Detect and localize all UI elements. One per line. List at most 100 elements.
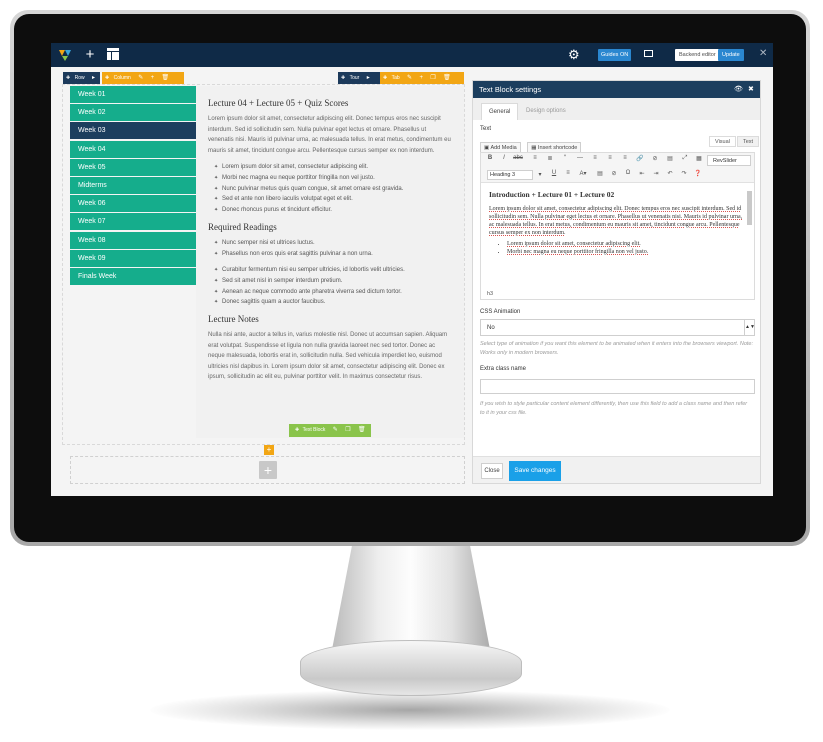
tab-design-options[interactable]: Design options (519, 103, 573, 120)
special-character-icon[interactable]: Ω (623, 170, 633, 176)
chevron-right-icon[interactable]: ▸ (92, 72, 95, 84)
horizontal-line-icon[interactable]: — (575, 155, 585, 161)
tour-toolbar[interactable]: ✚ Tour ▸ (338, 72, 380, 84)
tab-week-03[interactable]: Week 03 (70, 122, 196, 140)
move-icon[interactable]: ✚ (341, 75, 345, 81)
format-select[interactable]: Heading 3 (487, 170, 533, 180)
strikethrough-icon[interactable]: abc (513, 155, 523, 161)
content-heading: Lecture 04 + Lecture 05 + Quiz Scores (208, 98, 349, 108)
italic-icon[interactable]: I (499, 155, 509, 161)
move-icon[interactable]: ✚ (295, 427, 299, 433)
column-toolbar[interactable]: ✚ Column ✎ + 🗑 (102, 72, 184, 84)
clone-icon[interactable]: ❐ (345, 424, 350, 437)
blockquote-icon[interactable]: “ (560, 155, 570, 161)
chevron-right-icon[interactable]: ▸ (367, 72, 370, 84)
align-left-icon[interactable]: ≡ (590, 155, 600, 161)
text-block-toolbar[interactable]: ✚ Text Block ✎ ❐ 🗑 (289, 424, 371, 437)
tab-week-05[interactable]: Week 05 (70, 158, 196, 176)
text-color-icon[interactable]: A▾ (578, 170, 588, 177)
gear-icon[interactable]: ⚙ (568, 46, 580, 64)
row-toolbar[interactable]: ✚ Row ▸ (63, 72, 100, 84)
tab-week-06[interactable]: Week 06 (70, 195, 196, 213)
editor-list: Lorem ipsum dolor sit amet, consectetur … (489, 241, 746, 256)
text-block-settings-panel: Text Block settings 👁 ✖ General Design o… (472, 80, 761, 484)
bold-icon[interactable]: B (485, 155, 495, 161)
rich-text-editor[interactable]: B I abc ≡ ≣ “ — ≡ ≡ ≡ 🔗 ⊘ ▤ ⤢ ▦ RevSlide… (480, 152, 755, 300)
close-icon[interactable]: ✕ (759, 47, 767, 61)
tab-toolbar[interactable]: ✚ Tab ✎ + ❐ 🗑 (380, 72, 464, 84)
revslider-button[interactable]: RevSlider (707, 155, 751, 166)
redo-icon[interactable]: ↷ (679, 170, 689, 177)
trash-icon[interactable]: 🗑 (443, 72, 451, 84)
list-item: Lorem ipsum dolor sit amet, consectetur … (208, 162, 452, 173)
numbered-list-icon[interactable]: ≣ (545, 155, 555, 162)
tab-week-09[interactable]: Week 09 (70, 249, 196, 267)
eye-icon[interactable]: 👁 (734, 81, 743, 98)
responsive-view-icon[interactable] (644, 50, 653, 57)
bullet-list-icon[interactable]: ≡ (530, 155, 540, 161)
move-icon[interactable]: ✚ (105, 75, 109, 81)
clear-formatting-icon[interactable]: ⊘ (609, 170, 619, 177)
list-item: Donec sagittis quam a auctor faucibus. (208, 297, 452, 308)
trash-icon[interactable]: 🗑 (358, 424, 366, 437)
tab-week-04[interactable]: Week 04 (70, 140, 196, 158)
fullscreen-icon[interactable]: ⤢ (680, 155, 690, 162)
tab-week-01[interactable]: Week 01 (70, 86, 196, 103)
move-icon[interactable]: ✚ (66, 75, 70, 81)
align-center-icon[interactable]: ≡ (605, 155, 615, 161)
unlink-icon[interactable]: ⊘ (650, 155, 660, 162)
add-element-icon[interactable]: + (81, 46, 99, 64)
add-row-button[interactable]: + (259, 461, 277, 479)
extra-class-input[interactable] (480, 379, 755, 394)
indent-icon[interactable]: ⇥ (651, 170, 661, 177)
add-element-button[interactable]: + (264, 445, 274, 455)
move-icon[interactable]: ✚ (383, 75, 387, 81)
trash-icon[interactable]: 🗑 (162, 72, 170, 84)
tab-text[interactable]: Text (737, 136, 760, 147)
tab-week-07[interactable]: Week 07 (70, 213, 196, 231)
toolbar-toggle-icon[interactable]: ▦ (694, 155, 704, 162)
close-button[interactable]: Close (481, 463, 503, 479)
add-icon[interactable]: + (419, 72, 423, 84)
chevron-down-icon[interactable]: ▾ (535, 171, 545, 178)
editor-content[interactable]: Introduction + Lecture 01 + Lecture 02 L… (481, 183, 754, 287)
content-heading: Required Readings (208, 221, 277, 232)
tab-finals-week[interactable]: Finals Week (70, 267, 196, 285)
tab-visual[interactable]: Visual (709, 136, 736, 147)
read-more-icon[interactable]: ▤ (665, 155, 675, 162)
tab-week-08[interactable]: Week 08 (70, 231, 196, 249)
tab-week-02[interactable]: Week 02 (70, 104, 196, 122)
settings-title: Text Block settings (479, 85, 542, 94)
update-button[interactable]: Update (718, 49, 744, 61)
justify-icon[interactable]: ≡ (563, 170, 573, 176)
clone-icon[interactable]: ❐ (430, 72, 435, 84)
undo-icon[interactable]: ↶ (665, 170, 675, 177)
close-icon[interactable]: ✖ (748, 81, 754, 98)
templates-icon[interactable] (106, 47, 120, 61)
logo-icon[interactable] (57, 47, 73, 63)
outdent-icon[interactable]: ⇤ (637, 170, 647, 177)
save-changes-button[interactable]: Save changes (509, 461, 561, 481)
tab-midterms[interactable]: Midterms (70, 176, 196, 194)
edit-icon[interactable]: ✎ (138, 72, 143, 84)
align-right-icon[interactable]: ≡ (620, 155, 630, 161)
css-animation-select[interactable]: No ▲▼ (480, 319, 755, 336)
editor-paragraph: Lorem ipsum dolor sit amet, consectetur … (489, 206, 743, 236)
paste-text-icon[interactable]: ▤ (595, 170, 605, 177)
help-icon[interactable]: ❓ (693, 170, 703, 177)
add-icon[interactable]: + (151, 72, 155, 84)
guides-toggle-button[interactable]: Guides ON (598, 49, 632, 61)
tab-general[interactable]: General (481, 103, 519, 120)
settings-footer: Close Save changes (473, 456, 760, 483)
edit-icon[interactable]: ✎ (407, 72, 412, 84)
list-item: Nunc pulvinar metus quis quam congue, si… (208, 184, 452, 195)
link-icon[interactable]: 🔗 (635, 155, 645, 162)
tab-content-panel[interactable]: Lecture 04 + Lecture 05 + Quiz Scores Lo… (196, 86, 464, 438)
backend-editor-button[interactable]: Backend editor (675, 49, 720, 61)
edit-icon[interactable]: ✎ (333, 424, 338, 437)
chevron-down-icon[interactable]: ▲▼ (744, 320, 755, 335)
list-item: Curabitur fermentum nisi eu semper ultri… (208, 265, 452, 276)
underline-icon[interactable]: U (549, 170, 559, 176)
editor-scrollbar[interactable] (747, 191, 752, 225)
settings-body: Text ▣ Add Media ▦ Insert shortcode Visu… (473, 120, 760, 417)
